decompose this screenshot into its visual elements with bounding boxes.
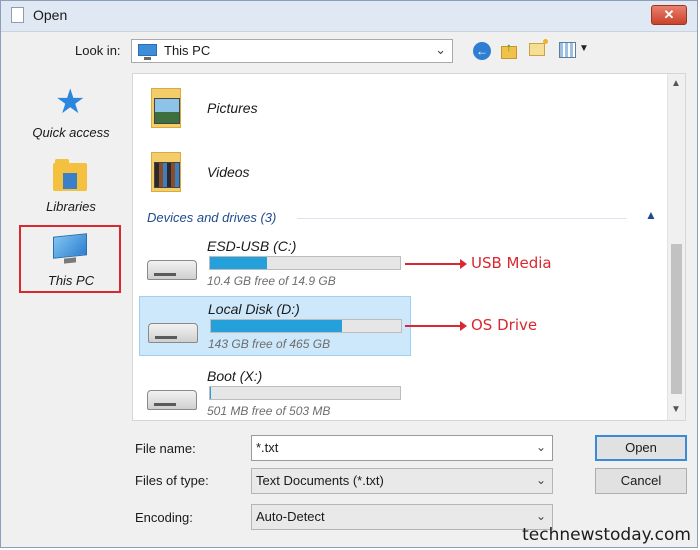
open-dialog: Open ✕ Look in: This PC ⌄ ← ↑ ▼ ★ Quick … xyxy=(0,0,698,548)
item-label: Videos xyxy=(207,164,250,180)
drive-usage-fill xyxy=(210,257,267,269)
notepad-icon xyxy=(11,7,24,23)
file-name-label: File name: xyxy=(135,441,196,456)
annotation-usb-media: USB Media xyxy=(471,254,552,272)
view-menu-icon[interactable] xyxy=(559,42,576,58)
chevron-down-icon[interactable]: ⌄ xyxy=(435,42,446,58)
chevron-down-icon[interactable]: ⌄ xyxy=(536,473,546,487)
devices-group-header[interactable]: Devices and drives (3) xyxy=(147,210,276,225)
place-label: Quick access xyxy=(32,125,110,140)
cancel-button[interactable]: Cancel xyxy=(595,468,687,494)
title-bar[interactable]: Open ✕ xyxy=(1,1,697,32)
chevron-up-icon[interactable]: ▲ xyxy=(645,208,657,222)
scroll-thumb[interactable] xyxy=(671,244,682,394)
drive-usage-bar xyxy=(210,319,402,333)
libraries-folder-icon xyxy=(53,159,87,191)
drive-usage-bar xyxy=(209,386,401,400)
file-type-value: Text Documents (*.txt) xyxy=(256,473,384,488)
look-in-label: Look in: xyxy=(75,43,121,58)
item-label: Pictures xyxy=(207,100,258,116)
places-bar: ★ Quick access Libraries This PC xyxy=(11,73,131,421)
encoding-value: Auto-Detect xyxy=(256,509,325,524)
drive-icon xyxy=(147,390,197,410)
file-type-label: Files of type: xyxy=(135,473,209,488)
encoding-dropdown[interactable]: Auto-Detect ⌄ xyxy=(251,504,553,530)
drive-free-space: 501 MB free of 503 MB xyxy=(207,404,331,418)
drive-free-space: 143 GB free of 465 GB xyxy=(208,337,331,351)
place-libraries[interactable]: Libraries xyxy=(11,153,131,217)
annotation-os-drive: OS Drive xyxy=(471,316,538,334)
drive-item-boot[interactable]: Boot (X:) 501 MB free of 503 MB xyxy=(139,364,411,420)
up-folder-icon[interactable]: ↑ xyxy=(501,40,519,60)
folder-item-videos[interactable]: Videos xyxy=(133,142,663,202)
folder-item-pictures[interactable]: Pictures xyxy=(133,78,663,138)
view-menu-arrow-icon[interactable]: ▼ xyxy=(579,43,589,54)
open-button[interactable]: Open xyxy=(595,435,687,461)
pictures-folder-icon xyxy=(151,84,185,130)
file-name-value: *.txt xyxy=(256,440,279,455)
videos-folder-icon xyxy=(151,148,185,194)
vertical-scrollbar[interactable]: ▲ ▼ xyxy=(667,74,685,420)
star-icon: ★ xyxy=(55,83,86,121)
scroll-up-icon[interactable]: ▲ xyxy=(671,78,681,89)
place-label: Libraries xyxy=(46,199,96,214)
file-name-input[interactable]: *.txt ⌄ xyxy=(251,435,553,461)
encoding-label: Encoding: xyxy=(135,510,193,525)
scroll-down-icon[interactable]: ▼ xyxy=(671,404,681,415)
group-divider xyxy=(297,218,627,219)
close-button[interactable]: ✕ xyxy=(651,5,687,25)
drive-label: Local Disk (D:) xyxy=(208,301,300,317)
file-list[interactable]: Pictures Videos Devices and drives (3) ▲… xyxy=(132,73,686,421)
drive-icon xyxy=(148,323,198,343)
window-title: Open xyxy=(33,7,68,23)
place-quick-access[interactable]: ★ Quick access xyxy=(11,79,131,143)
drive-label: Boot (X:) xyxy=(207,368,263,384)
back-arrow-icon[interactable]: ← xyxy=(473,42,491,60)
drive-item-esd-usb[interactable]: ESD-USB (C:) 10.4 GB free of 14.9 GB xyxy=(139,234,411,294)
file-type-dropdown[interactable]: Text Documents (*.txt) ⌄ xyxy=(251,468,553,494)
drive-free-space: 10.4 GB free of 14.9 GB xyxy=(207,274,336,288)
new-folder-icon[interactable] xyxy=(529,39,548,56)
highlight-box xyxy=(19,225,121,293)
look-in-value: This PC xyxy=(164,43,211,58)
chevron-down-icon[interactable]: ⌄ xyxy=(536,440,546,454)
drive-icon xyxy=(147,260,197,280)
drive-usage-fill xyxy=(211,320,343,332)
drive-usage-bar xyxy=(209,256,401,270)
chevron-down-icon[interactable]: ⌄ xyxy=(536,509,546,523)
drive-usage-fill xyxy=(210,387,211,399)
drive-label: ESD-USB (C:) xyxy=(207,238,297,254)
drive-item-local-disk[interactable]: Local Disk (D:) 143 GB free of 465 GB xyxy=(139,296,411,356)
computer-icon xyxy=(138,44,157,60)
annotation-arrow-usb xyxy=(405,259,467,269)
annotation-arrow-os xyxy=(405,321,467,331)
look-in-dropdown[interactable]: This PC ⌄ xyxy=(131,39,453,63)
watermark: technewstoday.com xyxy=(522,525,691,545)
